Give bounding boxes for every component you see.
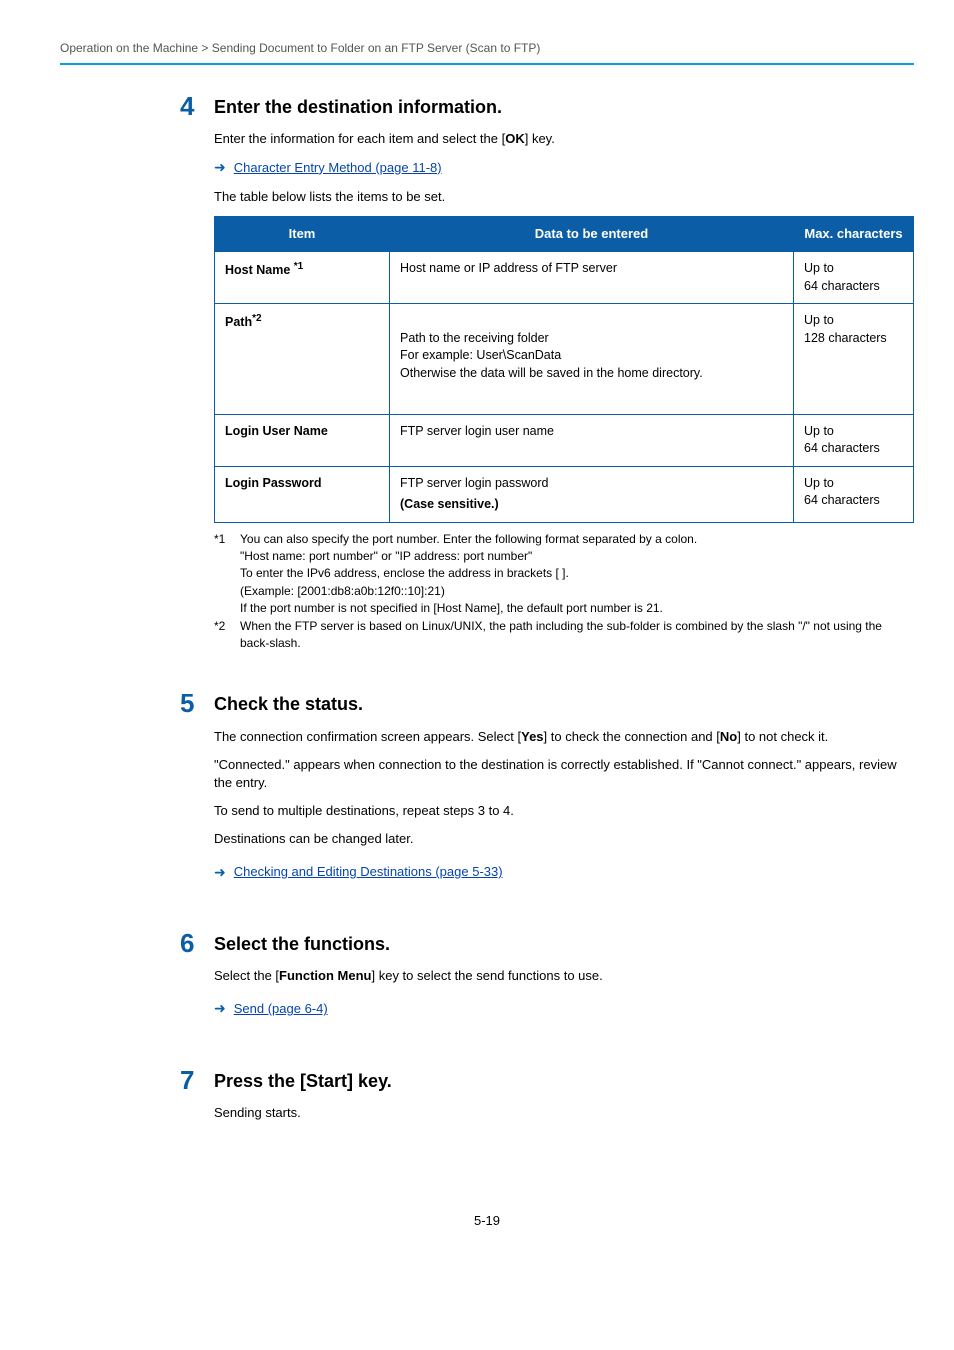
arrow-icon: ➜	[214, 863, 226, 883]
step-number: 5	[180, 690, 214, 716]
step-text: The table below lists the items to be se…	[214, 188, 914, 206]
arrow-icon: ➜	[214, 158, 226, 178]
link-text: Character Entry Method (page 11-8)	[234, 159, 442, 177]
link-text: Checking and Editing Destinations (page …	[234, 863, 503, 881]
step-title: Press the [Start] key.	[214, 1069, 914, 1094]
table-row: Login User Name FTP server login user na…	[215, 414, 914, 466]
col-header-item: Item	[215, 216, 390, 251]
step-number: 4	[180, 93, 214, 119]
step-text: To send to multiple destinations, repeat…	[214, 802, 914, 820]
step-text: "Connected." appears when connection to …	[214, 756, 914, 792]
step-5: 5 Check the status. The connection confi…	[180, 692, 914, 892]
xref-link[interactable]: ➜ Character Entry Method (page 11-8)	[214, 158, 914, 178]
page-number: 5-19	[60, 1212, 914, 1230]
footnotes: *1 You can also specify the port number.…	[214, 531, 914, 653]
step-title: Enter the destination information.	[214, 95, 914, 120]
step-title: Check the status.	[214, 692, 914, 717]
header-rule	[60, 63, 914, 65]
table-row: Login Password FTP server login password…	[215, 466, 914, 522]
breadcrumb: Operation on the Machine > Sending Docum…	[60, 40, 914, 57]
link-text: Send (page 6-4)	[234, 1000, 328, 1018]
step-number: 6	[180, 930, 214, 956]
step-title: Select the functions.	[214, 932, 914, 957]
col-header-data: Data to be entered	[390, 216, 794, 251]
step-text: Sending starts.	[214, 1104, 914, 1122]
step-7: 7 Press the [Start] key. Sending starts.	[180, 1069, 914, 1132]
col-header-max: Max. characters	[794, 216, 914, 251]
table-row: Host Name *1 Host name or IP address of …	[215, 252, 914, 304]
step-number: 7	[180, 1067, 214, 1093]
settings-table: Item Data to be entered Max. characters …	[214, 216, 914, 523]
table-header-row: Item Data to be entered Max. characters	[215, 216, 914, 251]
table-row: Path*2 Path to the receiving folder For …	[215, 304, 914, 415]
step-6: 6 Select the functions. Select the [Func…	[180, 932, 914, 1029]
step-text: Enter the information for each item and …	[214, 130, 914, 148]
step-text: The connection confirmation screen appea…	[214, 728, 914, 746]
step-text: Destinations can be changed later.	[214, 830, 914, 848]
xref-link[interactable]: ➜ Send (page 6-4)	[214, 999, 914, 1019]
arrow-icon: ➜	[214, 999, 226, 1019]
step-text: Select the [Function Menu] key to select…	[214, 967, 914, 985]
step-4: 4 Enter the destination information. Ent…	[180, 95, 914, 683]
xref-link[interactable]: ➜ Checking and Editing Destinations (pag…	[214, 863, 914, 883]
